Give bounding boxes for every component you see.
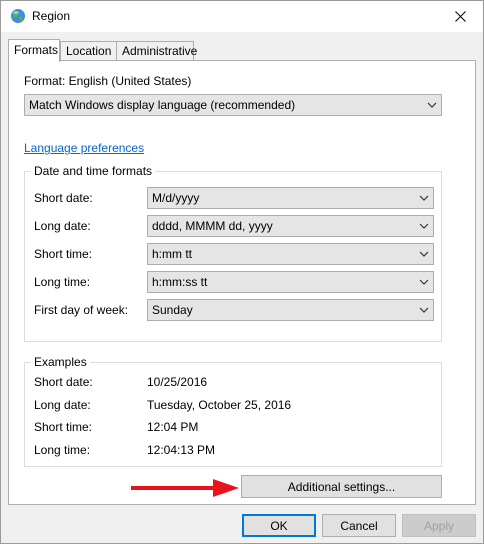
long-date-label: Long date: xyxy=(34,219,91,233)
region-dialog: Region Formats Location Administrative F… xyxy=(0,0,484,544)
examples-group: Examples Short date: 10/25/2016 Long dat… xyxy=(24,355,442,467)
short-date-dropdown[interactable]: M/d/yyyy xyxy=(147,187,434,209)
apply-button[interactable]: Apply xyxy=(402,514,476,537)
additional-settings-button[interactable]: Additional settings... xyxy=(241,475,442,498)
chevron-down-icon xyxy=(419,307,429,313)
examples-title: Examples xyxy=(31,355,90,369)
example-long-date-value: Tuesday, October 25, 2016 xyxy=(147,398,292,412)
short-time-label: Short time: xyxy=(34,247,93,261)
example-long-time-value: 12:04:13 PM xyxy=(147,443,216,457)
window-title: Region xyxy=(32,9,71,23)
globe-icon xyxy=(11,9,25,23)
example-short-date-value: 10/25/2016 xyxy=(147,375,208,389)
ok-button[interactable]: OK xyxy=(242,514,316,537)
example-short-time-value: 12:04 PM xyxy=(147,420,199,434)
long-time-dropdown[interactable]: h:mm:ss tt xyxy=(147,271,434,293)
format-value: Match Windows display language (recommen… xyxy=(29,98,296,112)
long-date-dropdown[interactable]: dddd, MMMM dd, yyyy xyxy=(147,215,434,237)
example-long-time-label: Long time: xyxy=(34,443,91,457)
short-time-format: h:mm tt xyxy=(152,247,193,261)
first-day-of-week-dropdown[interactable]: Sunday xyxy=(147,299,434,321)
chevron-down-icon xyxy=(419,223,429,229)
long-time-format: h:mm:ss tt xyxy=(152,275,208,289)
example-short-date-label: Short date: xyxy=(34,375,93,389)
close-icon xyxy=(454,11,466,22)
short-date-label: Short date: xyxy=(34,191,93,205)
tab-administrative[interactable]: Administrative xyxy=(116,41,197,61)
long-time-label: Long time: xyxy=(34,275,91,289)
chevron-down-icon xyxy=(419,279,429,285)
red-arrow-icon xyxy=(131,479,239,497)
short-time-dropdown[interactable]: h:mm tt xyxy=(147,243,434,265)
date-time-formats-group: Date and time formats Short date: M/d/yy… xyxy=(24,164,442,342)
tab-location[interactable]: Location xyxy=(60,41,117,61)
date-time-formats-title: Date and time formats xyxy=(31,164,156,178)
chevron-down-icon xyxy=(419,195,429,201)
format-label: Format: English (United States) xyxy=(24,74,192,88)
example-long-date-label: Long date: xyxy=(34,398,91,412)
short-date-format: M/d/yyyy xyxy=(152,191,200,205)
format-dropdown[interactable]: Match Windows display language (recommen… xyxy=(24,94,442,116)
long-date-format: dddd, MMMM dd, yyyy xyxy=(152,219,273,233)
chevron-down-icon xyxy=(419,251,429,257)
cancel-button[interactable]: Cancel xyxy=(322,514,396,537)
close-button[interactable] xyxy=(437,1,483,32)
formats-panel: Format: English (United States) Match Wi… xyxy=(8,60,476,505)
language-preferences-link[interactable]: Language preferences xyxy=(24,141,144,155)
title-bar: Region xyxy=(1,1,483,32)
first-day-of-week-value: Sunday xyxy=(152,303,193,317)
chevron-down-icon xyxy=(427,102,437,108)
tab-formats[interactable]: Formats xyxy=(8,39,60,62)
example-short-time-label: Short time: xyxy=(34,420,93,434)
first-day-of-week-label: First day of week: xyxy=(34,303,129,317)
